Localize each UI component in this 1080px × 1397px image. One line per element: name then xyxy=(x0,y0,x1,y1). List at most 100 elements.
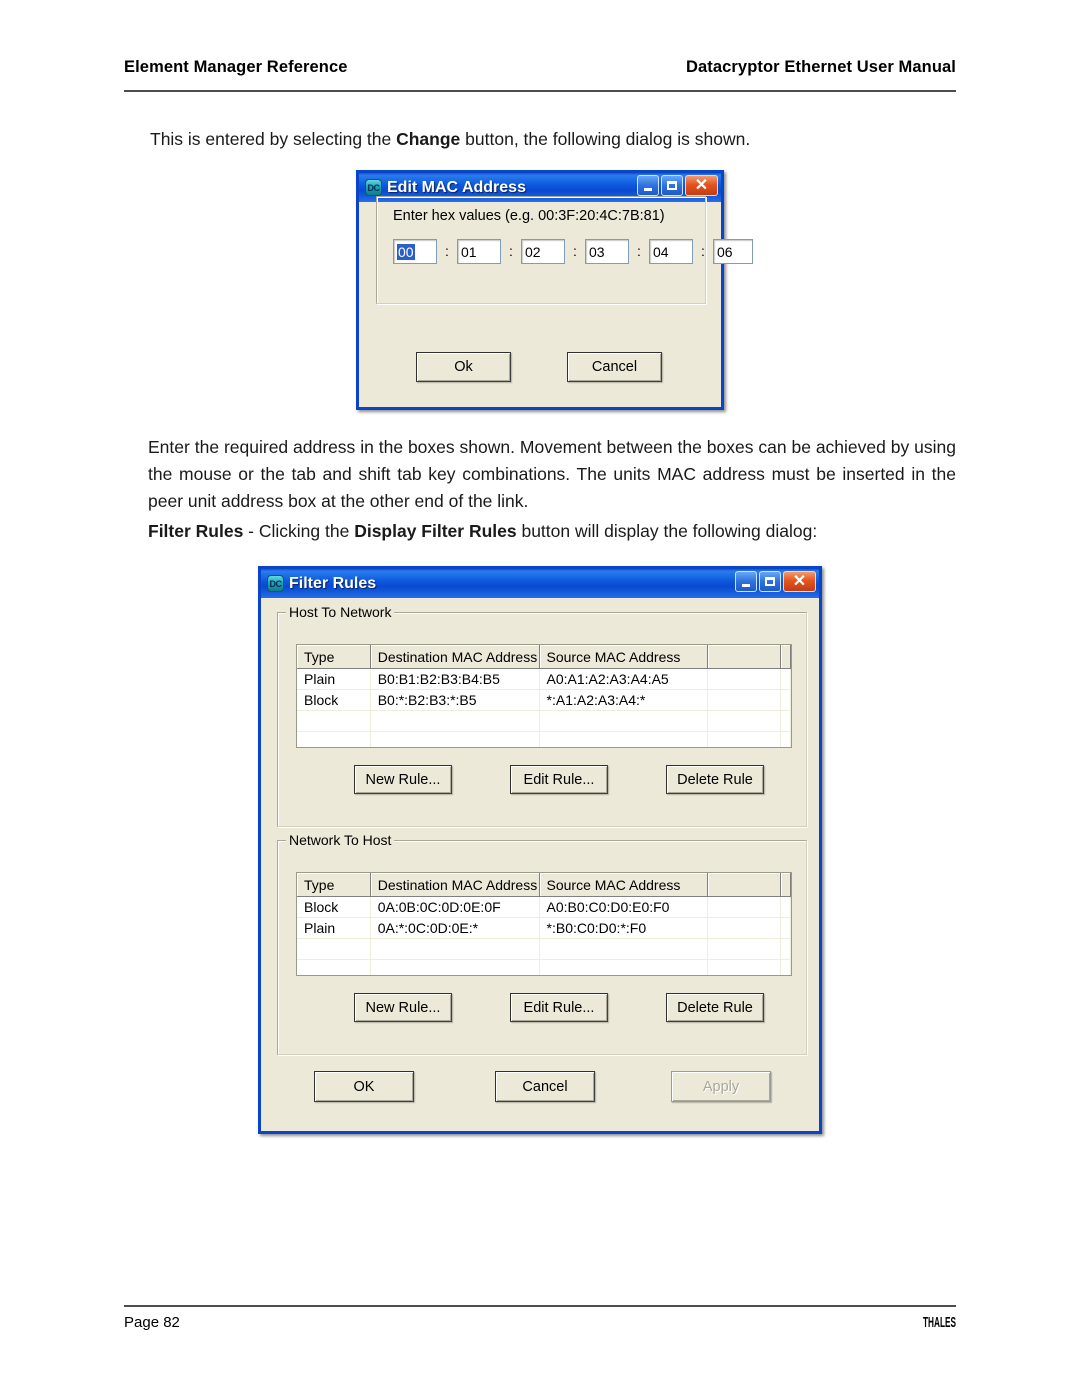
column-header-source-mac[interactable]: Source MAC Address xyxy=(539,873,709,897)
cell-destination-mac xyxy=(370,939,540,960)
close-icon[interactable]: ✕ xyxy=(685,175,718,196)
cell-blank xyxy=(708,918,782,939)
filter-rules-apply-button: Apply xyxy=(671,1071,771,1102)
column-header-blank[interactable] xyxy=(708,873,782,897)
filter-rules-ok-button[interactable]: OK xyxy=(314,1071,414,1102)
octet-separator-2: : xyxy=(509,243,513,259)
filter-rules-titlebar[interactable]: DC Filter Rules ✕ xyxy=(258,566,822,598)
maximize-icon[interactable] xyxy=(661,175,683,196)
edit-mac-title-text: Edit MAC Address xyxy=(387,178,526,196)
table-row[interactable]: Block B0:*:B2:B3:*:B5 *:A1:A2:A3:A4:* xyxy=(297,690,791,711)
column-header-type[interactable]: Type xyxy=(297,645,371,669)
cell-type: Plain xyxy=(297,669,371,690)
mac-octet-value-2: 01 xyxy=(461,243,477,260)
cell-type: Block xyxy=(297,897,371,918)
datacryptor-app-icon: DC xyxy=(267,575,284,592)
filter-rules-dialog: DC Filter Rules ✕ Host To Network Type D… xyxy=(258,566,822,1134)
intro-change-emphasis: Change xyxy=(396,129,461,149)
cell-overflow xyxy=(781,732,791,747)
cell-overflow xyxy=(781,918,791,939)
mac-octet-field-4[interactable]: 03 xyxy=(585,239,629,264)
page-footer: Page 82 THALES xyxy=(124,1305,956,1337)
table-row[interactable] xyxy=(297,732,791,747)
cell-type: Block xyxy=(297,690,371,711)
table-row[interactable]: Plain 0A:*:0C:0D:0E:* *:B0:C0:D0:*:F0 xyxy=(297,918,791,939)
maximize-icon[interactable] xyxy=(759,571,781,592)
column-header-destination-mac[interactable]: Destination MAC Address xyxy=(370,873,540,897)
cell-blank xyxy=(708,690,782,711)
cell-blank xyxy=(708,939,782,960)
column-header-blank[interactable] xyxy=(708,645,782,669)
cell-destination-mac xyxy=(370,711,540,732)
cell-blank xyxy=(708,711,782,732)
table-row[interactable]: Plain B0:B1:B2:B3:B4:B5 A0:A1:A2:A3:A4:A… xyxy=(297,669,791,690)
host-to-network-table[interactable]: Type Destination MAC Address Source MAC … xyxy=(296,644,792,748)
network-to-host-groupbox: Network To Host Type Destination MAC Add… xyxy=(277,832,807,1055)
mac-octet-value-3: 02 xyxy=(525,243,541,260)
column-header-destination-mac[interactable]: Destination MAC Address xyxy=(370,645,540,669)
cell-overflow xyxy=(781,897,791,918)
filter-rules-term: Filter Rules xyxy=(148,521,244,541)
column-header-overflow xyxy=(781,873,791,897)
cell-type xyxy=(297,711,371,732)
cell-overflow xyxy=(781,960,791,975)
octet-separator-3: : xyxy=(573,243,577,259)
page-number: Page 82 xyxy=(124,1314,180,1331)
page-header: Element Manager Reference Datacryptor Et… xyxy=(124,58,956,92)
table-row[interactable]: Block 0A:0B:0C:0D:0E:0F A0:B0:C0:D0:E0:F… xyxy=(297,897,791,918)
cell-destination-mac xyxy=(370,960,540,975)
edit-mac-cancel-button[interactable]: Cancel xyxy=(567,352,662,382)
network-new-rule-button[interactable]: New Rule... xyxy=(354,993,452,1022)
edit-mac-ok-button[interactable]: Ok xyxy=(416,352,511,382)
filter-rules-window-controls: ✕ xyxy=(735,571,816,592)
mac-octet-field-3[interactable]: 02 xyxy=(521,239,565,264)
network-to-host-table[interactable]: Type Destination MAC Address Source MAC … xyxy=(296,872,792,976)
cell-source-mac xyxy=(539,711,709,732)
intro-text-after: button, the following dialog is shown. xyxy=(460,129,751,149)
minimize-icon[interactable] xyxy=(637,175,659,196)
cell-destination-mac: B0:B1:B2:B3:B4:B5 xyxy=(370,669,540,690)
cell-destination-mac xyxy=(370,732,540,747)
octet-separator-1: : xyxy=(445,243,449,259)
cell-overflow xyxy=(781,669,791,690)
cell-destination-mac: 0A:0B:0C:0D:0E:0F xyxy=(370,897,540,918)
close-icon[interactable]: ✕ xyxy=(783,571,816,592)
edit-mac-window-controls: ✕ xyxy=(637,175,718,196)
mac-octet-value-5: 04 xyxy=(653,243,669,260)
mac-octet-field-2[interactable]: 01 xyxy=(457,239,501,264)
table-row[interactable] xyxy=(297,960,791,975)
network-edit-rule-button[interactable]: Edit Rule... xyxy=(510,993,608,1022)
table-row[interactable] xyxy=(297,711,791,732)
mac-octet-value-6: 06 xyxy=(717,243,733,260)
host-new-rule-button[interactable]: New Rule... xyxy=(354,765,452,794)
host-delete-rule-button[interactable]: Delete Rule xyxy=(666,765,764,794)
filter-rules-mid-text: - Clicking the xyxy=(243,521,355,541)
cell-overflow xyxy=(781,711,791,732)
table-header-row: Type Destination MAC Address Source MAC … xyxy=(297,645,791,669)
filter-rules-cancel-button[interactable]: Cancel xyxy=(495,1071,595,1102)
address-instructions-paragraph: Enter the required address in the boxes … xyxy=(148,437,956,511)
table-header-row: Type Destination MAC Address Source MAC … xyxy=(297,873,791,897)
cell-source-mac: A0:A1:A2:A3:A4:A5 xyxy=(539,669,709,690)
column-header-type[interactable]: Type xyxy=(297,873,371,897)
cell-source-mac: *:A1:A2:A3:A4:* xyxy=(539,690,709,711)
table-row[interactable] xyxy=(297,939,791,960)
cell-type: Plain xyxy=(297,918,371,939)
edit-mac-address-dialog: DC Edit MAC Address ✕ Enter hex values (… xyxy=(356,170,753,410)
mac-octet-field-1[interactable]: 00 xyxy=(393,239,437,264)
octet-separator-5: : xyxy=(701,243,705,259)
network-to-host-label: Network To Host xyxy=(286,832,395,848)
network-delete-rule-button[interactable]: Delete Rule xyxy=(666,993,764,1022)
mac-octet-field-6[interactable]: 06 xyxy=(713,239,753,264)
hex-entry-groupbox: Enter hex values (e.g. 00:3F:20:4C:7B:81… xyxy=(376,196,753,304)
column-header-source-mac[interactable]: Source MAC Address xyxy=(539,645,709,669)
cell-blank xyxy=(708,897,782,918)
intro-paragraph: This is entered by selecting the Change … xyxy=(150,126,960,153)
display-filter-rules-term: Display Filter Rules xyxy=(354,521,517,541)
mac-octet-value-1: 00 xyxy=(397,243,415,260)
minimize-icon[interactable] xyxy=(735,571,757,592)
cell-destination-mac: 0A:*:0C:0D:0E:* xyxy=(370,918,540,939)
host-edit-rule-button[interactable]: Edit Rule... xyxy=(510,765,608,794)
cell-type xyxy=(297,732,371,747)
mac-octet-field-5[interactable]: 04 xyxy=(649,239,693,264)
